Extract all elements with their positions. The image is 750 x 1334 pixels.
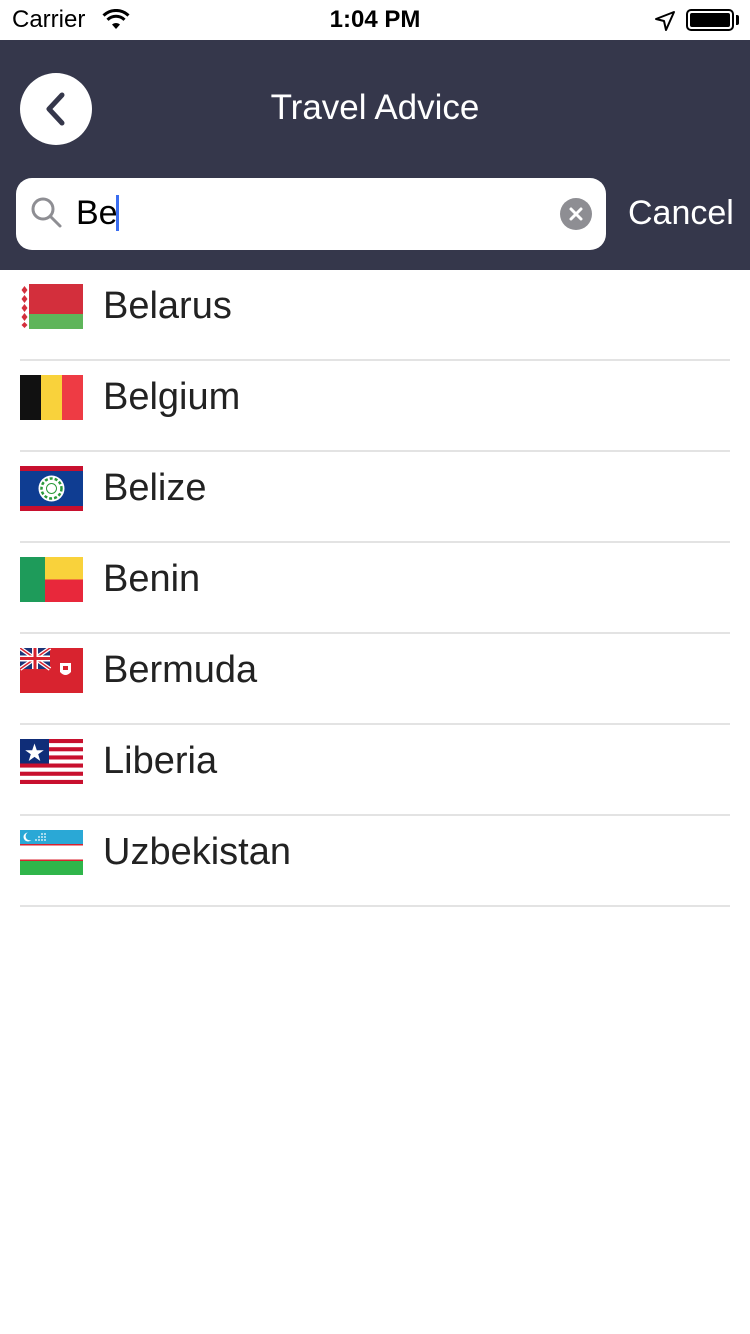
cancel-button[interactable]: Cancel [628, 192, 734, 234]
country-name: Liberia [103, 740, 218, 782]
bermuda-flag-icon [20, 648, 83, 693]
location-arrow-icon [655, 11, 675, 31]
list-item-bermuda[interactable]: Bermuda [20, 634, 730, 725]
country-name: Uzbekistan [103, 831, 291, 873]
text-caret [115, 195, 119, 231]
search-icon [31, 197, 62, 228]
status-time: 1:04 PM [329, 6, 421, 33]
status-bar: Carrier 1:04 PM [0, 0, 750, 40]
clear-search-button[interactable] [560, 198, 592, 230]
country-name: Bermuda [103, 649, 258, 691]
country-name: Belgium [103, 376, 241, 418]
country-name: Benin [103, 558, 201, 600]
close-icon [569, 207, 583, 221]
navigation-bar: Travel Advice Be Cancel [0, 40, 750, 270]
search-value: Be [76, 194, 118, 232]
country-name: Belarus [103, 285, 232, 327]
battery-tip [736, 15, 739, 25]
search-field-text: Be [76, 192, 119, 234]
benin-flag-icon [20, 557, 83, 602]
belarus-flag-icon [20, 284, 83, 329]
page-title: Travel Advice [270, 88, 480, 127]
list-item-liberia[interactable]: Liberia [20, 725, 730, 816]
belgium-flag-icon [20, 375, 83, 420]
battery-icon [686, 9, 734, 31]
uzbekistan-flag-icon [20, 830, 83, 875]
belize-flag-icon [20, 466, 83, 511]
country-list: Belarus Belgium Belize Benin Bermuda Lib… [0, 270, 750, 907]
liberia-flag-icon [20, 739, 83, 784]
list-item-belarus[interactable]: Belarus [20, 270, 730, 361]
list-item-uzbekistan[interactable]: Uzbekistan [20, 816, 730, 907]
list-item-belgium[interactable]: Belgium [20, 361, 730, 452]
country-name: Belize [103, 467, 207, 509]
search-input[interactable]: Be [16, 178, 606, 250]
list-item-benin[interactable]: Benin [20, 543, 730, 634]
list-item-belize[interactable]: Belize [20, 452, 730, 543]
